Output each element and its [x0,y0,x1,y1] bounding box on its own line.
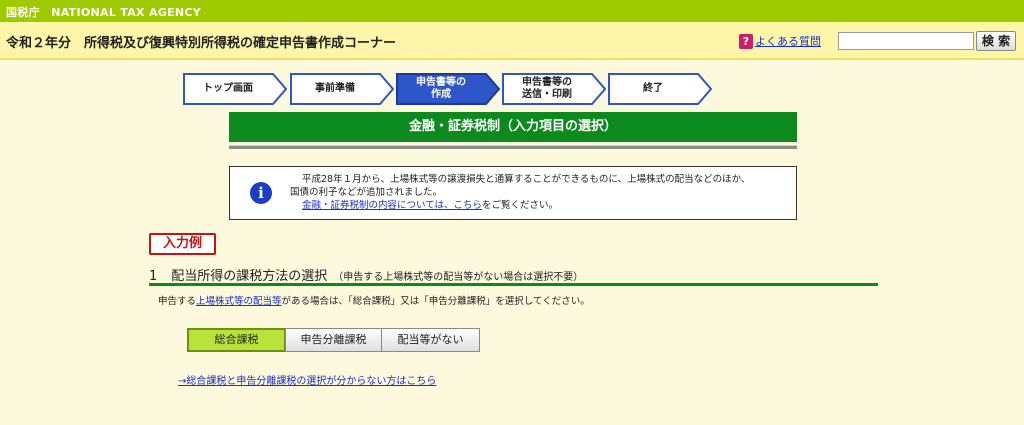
info-line-3: 金融・証券税制の内容については、こちらをご覧ください。 [290,199,790,212]
page-title: 令和２年分 所得税及び復興特別所得税の確定申告書作成コーナー [6,36,397,51]
agency-logo: 国税庁 NATIONAL TAX AGENCY [6,6,202,19]
question-divider [149,283,878,286]
info-text: 平成28年１月から、上場株式等の譲渡損失と通算することができるものに、上場株式の… [290,173,790,212]
listed-stock-dividends-link[interactable]: 上場株式等の配当等 [196,296,282,307]
question-note: （申告する上場株式等の配当等がない場合は選択不要） [333,272,584,283]
taxation-help-link[interactable]: →総合課税と申告分離課税の選択が分からない方はこちら [178,372,436,387]
info-link-suffix: をご覧ください。 [482,200,559,211]
question-title: 1 配当所得の課税方法の選択 （申告する上場株式等の配当等がない場合は選択不要） [149,265,583,284]
header: 令和２年分 所得税及び復興特別所得税の確定申告書作成コーナー ? よくある質問 … [0,22,1024,60]
step-label: 終了 [643,83,663,94]
info-line-2: 国債の利子などが追加されました。 [290,187,443,198]
option-no-dividends[interactable]: 配当等がない [381,328,480,352]
step-label: トップ画面 [203,83,253,94]
faq-link[interactable]: ? よくある質問 [739,33,821,49]
section-title: 金融・証券税制（入力項目の選択） [229,112,797,142]
tax-system-info-link[interactable]: 金融・証券税制の内容については、こちら [302,200,482,211]
step-label: 申告書等の 作成 [416,77,466,100]
desc-prefix: 申告する [158,296,197,307]
taxation-method-toggle: 総合課税 申告分離課税 配当等がない [187,328,480,352]
option-comprehensive-taxation[interactable]: 総合課税 [187,328,286,352]
question-number: 1 [149,269,158,284]
help-question-icon: ? [739,33,753,49]
info-box: i 平成28年１月から、上場株式等の譲渡損失と通算することができるものに、上場株… [229,166,797,220]
search-button[interactable]: 検 索 [976,31,1016,51]
top-bar: 国税庁 NATIONAL TAX AGENCY [0,0,1024,22]
info-line-1: 平成28年１月から、上場株式等の譲渡損失と通算することができるものに、上場株式の… [302,174,751,185]
divider [229,145,797,149]
faq-link-label[interactable]: よくある質問 [755,33,821,49]
step-label: 事前準備 [315,83,355,94]
step-label: 申告書等の 送信・印刷 [522,77,572,100]
option-separate-taxation[interactable]: 申告分離課税 [285,328,382,352]
question-description: 申告する上場株式等の配当等がある場合は、「総合課税」又は「申告分離課税」を選択し… [158,293,590,307]
example-button[interactable]: 入力例 [149,233,216,255]
question-title-text: 配当所得の課税方法の選択 [171,269,328,284]
info-icon: i [250,182,272,204]
search-input[interactable] [838,32,974,50]
desc-suffix: がある場合は、「総合課税」又は「申告分離課税」を選択してください。 [281,296,590,307]
